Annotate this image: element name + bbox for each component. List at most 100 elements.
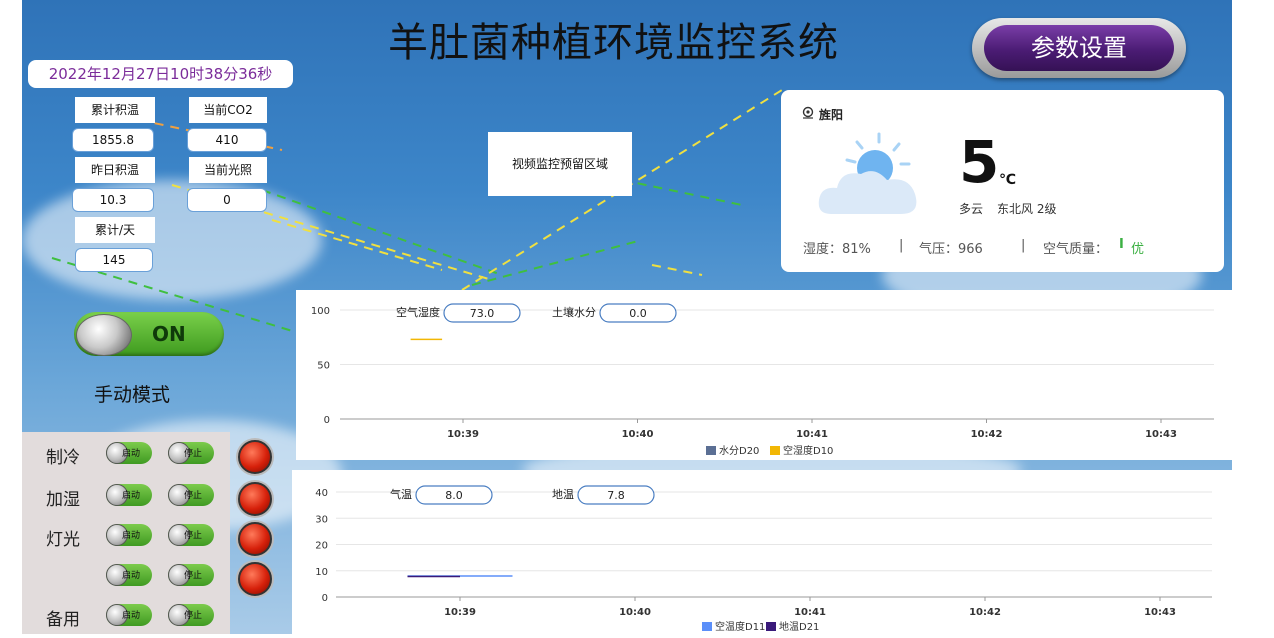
datetime-display: 2022年12月27日10时38分36秒 — [28, 60, 293, 88]
weather-desc: 多云 — [959, 202, 984, 216]
start-button[interactable]: 启动 — [106, 564, 152, 586]
weather-aqi-label: 空气质量： — [1043, 242, 1109, 257]
weather-unit: ℃ — [999, 172, 1016, 188]
toggle-label: ON — [152, 322, 186, 346]
legend-label[interactable]: 空温度D11 — [715, 620, 765, 633]
readout-value: 0.0 — [629, 307, 647, 320]
start-button[interactable]: 启动 — [106, 604, 152, 626]
readout-label: 气温 — [390, 487, 412, 501]
weather-city: 旌阳 — [819, 108, 844, 122]
acc-temp-value: 1855.8 — [72, 128, 154, 152]
switch-label: 停止 — [184, 611, 203, 621]
legend-swatch[interactable] — [770, 446, 780, 455]
status-lamp-icon — [238, 522, 272, 556]
switch-label: 启动 — [122, 611, 141, 621]
y-tick-label: 30 — [315, 514, 328, 525]
light-label: 当前光照 — [189, 157, 267, 183]
cloudy-sun-icon — [818, 132, 917, 214]
toggle-knob — [76, 314, 132, 356]
stop-button[interactable]: 停止 — [168, 524, 214, 546]
y-tick-label: 20 — [315, 541, 328, 552]
stop-button[interactable]: 停止 — [168, 604, 214, 626]
weather-card: 旌阳 5 ℃ 多云 东北风 2级 湿度：81% | 气压：966 | 空气质量：… — [781, 90, 1224, 272]
readout-label: 土壤水分 — [552, 305, 596, 319]
readout-value: 7.8 — [607, 489, 625, 502]
y-tick-label: 100 — [311, 306, 330, 317]
legend-swatch[interactable] — [706, 446, 716, 455]
per-day-label: 累计/天 — [75, 217, 155, 243]
switch-label: 停止 — [184, 571, 203, 581]
readout-value: 8.0 — [445, 489, 463, 502]
legend-label[interactable]: 空湿度D10 — [783, 444, 833, 457]
stop-button[interactable]: 停止 — [168, 564, 214, 586]
weather-sep-2: | — [1021, 238, 1026, 253]
switch-label: 停止 — [184, 491, 203, 501]
weather-pressure: 气压：966 — [919, 242, 983, 257]
x-tick-label: 10:41 — [794, 607, 826, 618]
y-tick-label: 0 — [324, 415, 330, 426]
switch-label: 停止 — [184, 449, 203, 459]
light-value: 0 — [187, 188, 267, 212]
switch-label: 启动 — [122, 571, 141, 581]
weather-temp: 5 — [959, 128, 1000, 196]
legend-label[interactable]: 水分D20 — [719, 445, 759, 457]
x-tick-label: 10:39 — [444, 607, 476, 618]
start-button[interactable]: 启动 — [106, 442, 152, 464]
mode-label: 手动模式 — [94, 384, 171, 406]
x-tick-label: 10:40 — [619, 607, 651, 618]
legend-label[interactable]: 地温D21 — [779, 620, 819, 633]
x-tick-label: 10:41 — [796, 429, 828, 440]
switch-label: 启动 — [122, 449, 141, 459]
auto-manual-toggle[interactable]: ON — [74, 312, 224, 356]
temperature-chart-svg: 0 10 20 30 40 10:39 10:40 10:41 10:42 10:43 空温度D11… — [315, 485, 1212, 633]
readout-label: 地温 — [552, 488, 574, 501]
settings-button[interactable]: 参数设置 — [972, 18, 1186, 78]
weather-wind: 东北风 2级 — [997, 202, 1057, 216]
switch-label: 停止 — [184, 531, 203, 541]
stop-button[interactable]: 停止 — [168, 442, 214, 464]
x-tick-label: 10:43 — [1145, 429, 1177, 440]
control-row-label: 制冷 — [46, 448, 80, 468]
start-button[interactable]: 启动 — [106, 484, 152, 506]
y-tick-label: 40 — [315, 488, 328, 499]
co2-label: 当前CO2 — [189, 97, 267, 123]
x-tick-label: 10:42 — [969, 607, 1001, 618]
temperature-chart: 0 10 20 30 40 10:39 10:40 10:41 10:42 10:43 空温度D11… — [292, 470, 1232, 634]
stop-button[interactable]: 停止 — [168, 484, 214, 506]
settings-button-label: 参数设置 — [984, 25, 1174, 71]
control-row-label: 灯光 — [46, 530, 80, 550]
status-lamp-icon — [238, 482, 272, 516]
page-title: 羊肚菌种植环境监控系统 — [388, 20, 839, 66]
co2-value: 410 — [187, 128, 267, 152]
switch-label: 启动 — [122, 531, 141, 541]
readout-value: 73.0 — [470, 307, 495, 320]
y-tick-label: 10 — [315, 567, 328, 578]
x-tick-label: 10:40 — [622, 429, 654, 440]
y-tick-label: 0 — [322, 593, 328, 604]
yesterday-temp-label: 昨日积温 — [75, 157, 155, 183]
legend-swatch[interactable] — [702, 622, 712, 631]
x-tick-label: 10:39 — [447, 429, 479, 440]
switch-label: 启动 — [122, 491, 141, 501]
video-placeholder: 视频监控预留区域 — [488, 132, 632, 196]
status-lamp-icon — [238, 562, 272, 596]
yesterday-temp-value: 10.3 — [72, 188, 154, 212]
start-button[interactable]: 启动 — [106, 524, 152, 546]
weather-aqi-value: 优 — [1131, 242, 1145, 257]
humidity-chart-svg: 0 50 100 10:39 10:40 10:41 10:42 10:43 水分D20 空湿度D… — [311, 303, 1214, 457]
weather-sep-1: | — [899, 238, 904, 253]
x-tick-label: 10:42 — [971, 429, 1003, 440]
readout-label: 空气湿度 — [396, 305, 440, 319]
acc-temp-label: 累计积温 — [75, 97, 155, 123]
control-row-label: 加湿 — [46, 490, 80, 510]
humidity-chart: 0 50 100 10:39 10:40 10:41 10:42 10:43 水分D20 空湿度D… — [296, 290, 1232, 460]
weather-aqi-bar: I — [1119, 237, 1124, 252]
x-tick-label: 10:43 — [1144, 607, 1176, 618]
location-icon — [802, 106, 814, 119]
legend-swatch[interactable] — [766, 622, 776, 631]
weather-humidity: 湿度：81% — [803, 242, 871, 257]
per-day-value: 145 — [75, 248, 153, 272]
status-lamp-icon — [238, 440, 272, 474]
y-tick-label: 50 — [317, 361, 330, 372]
control-row-label: 备用 — [46, 610, 80, 630]
